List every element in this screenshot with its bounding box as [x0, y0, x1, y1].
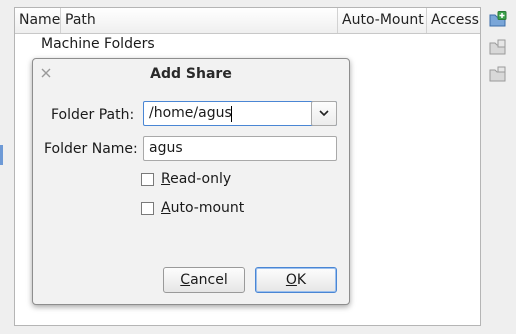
folder-path-dropdown-button[interactable]	[311, 101, 337, 126]
machine-folders-group[interactable]: Machine Folders	[41, 35, 155, 53]
auto-mount-label[interactable]: Auto-mount	[161, 200, 244, 216]
column-header-name[interactable]: Name	[15, 8, 61, 33]
add-share-dialog: Add Share Folder Path: /home/agus Folder…	[32, 58, 350, 305]
table-header: Name Path Auto-Mount Access	[15, 8, 480, 34]
add-share-icon[interactable]	[489, 11, 507, 27]
folder-name-label: Folder Name:	[44, 141, 138, 157]
remove-share-icon[interactable]	[489, 66, 507, 82]
folder-name-input[interactable]: agus	[143, 136, 337, 161]
folder-path-label: Folder Path:	[51, 107, 135, 123]
column-header-access[interactable]: Access	[427, 8, 481, 33]
folder-path-value[interactable]: /home/agus	[149, 102, 232, 125]
column-header-path[interactable]: Path	[61, 8, 338, 33]
chevron-down-icon	[319, 110, 329, 117]
folder-name-value[interactable]: agus	[149, 137, 183, 160]
column-header-auto-mount[interactable]: Auto-Mount	[338, 8, 427, 33]
folder-path-combobox[interactable]: /home/agus	[143, 101, 337, 126]
ok-button[interactable]: OK	[255, 267, 337, 293]
read-only-checkbox[interactable]	[141, 173, 154, 186]
text-cursor	[231, 106, 232, 122]
read-only-label[interactable]: Read-only	[161, 171, 231, 187]
dialog-title: Add Share	[150, 66, 232, 82]
auto-mount-checkbox[interactable]	[141, 202, 154, 215]
window-edge-accent	[0, 145, 3, 165]
edit-share-icon[interactable]	[489, 39, 507, 55]
cancel-button[interactable]: Cancel	[163, 267, 245, 293]
